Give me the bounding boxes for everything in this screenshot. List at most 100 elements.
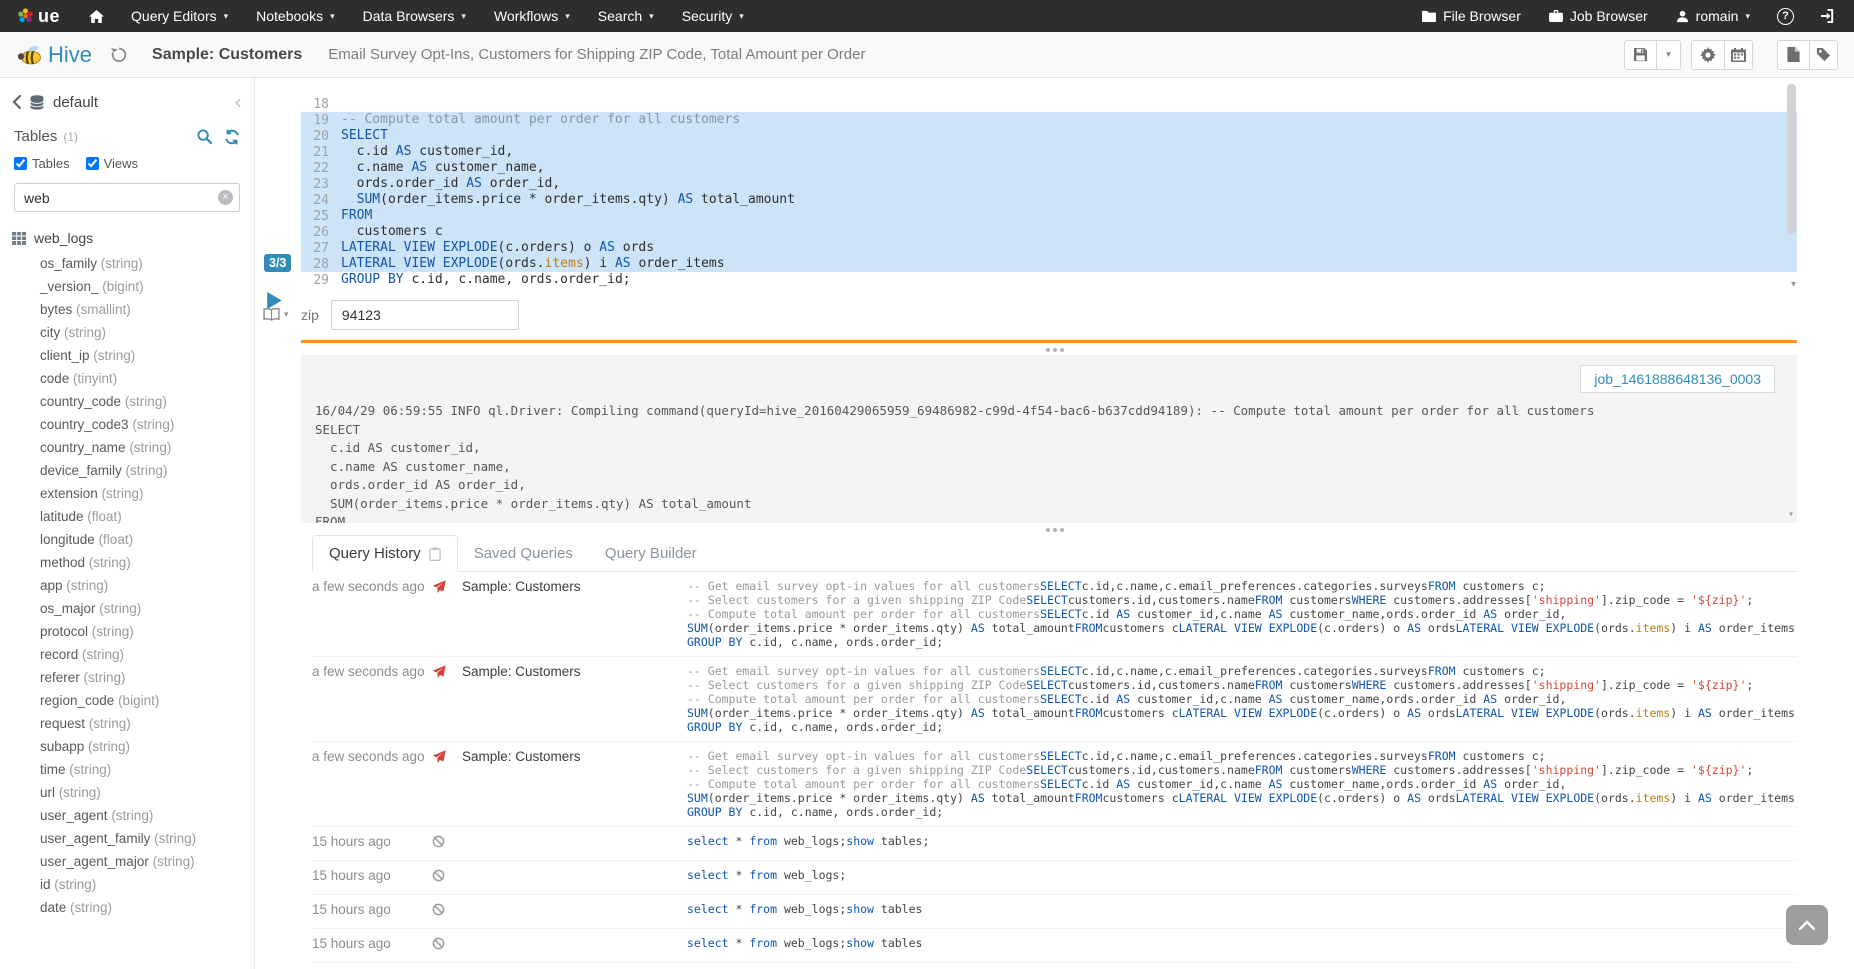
tab-saved-queries[interactable]: Saved Queries bbox=[458, 535, 589, 571]
history-row[interactable]: 15 hours agoselect * from web_logs;show … bbox=[312, 827, 1797, 861]
sql-token: items bbox=[1636, 706, 1671, 720]
hue-logo-text: ue bbox=[38, 6, 60, 27]
home-button[interactable] bbox=[76, 0, 117, 32]
collapse-assist-button[interactable]: ‹ bbox=[234, 92, 242, 112]
job-browser-button[interactable]: Job Browser bbox=[1535, 0, 1662, 32]
user-menu[interactable]: romain ▾ bbox=[1662, 0, 1764, 32]
table-filter-input[interactable] bbox=[14, 183, 240, 212]
nav-menu-security[interactable]: Security▾ bbox=[668, 0, 758, 32]
execute-button[interactable] bbox=[267, 292, 282, 309]
hive-app-button[interactable]: Hive bbox=[16, 42, 92, 68]
history-row[interactable]: 15 hours ago select * from web_logs;show … bbox=[312, 895, 1797, 929]
scroll-down-icon[interactable]: ▾ bbox=[1791, 280, 1796, 290]
column-item[interactable]: device_family (string) bbox=[0, 459, 254, 482]
column-item[interactable]: latitude (float) bbox=[0, 505, 254, 528]
tab-query-builder[interactable]: Query Builder bbox=[589, 535, 713, 571]
column-item[interactable]: country_name (string) bbox=[0, 436, 254, 459]
recent-queries-button[interactable] bbox=[110, 46, 128, 63]
scrollbar-thumb[interactable] bbox=[1787, 84, 1796, 234]
views-filter[interactable]: Views bbox=[86, 156, 138, 171]
column-item[interactable]: protocol (string) bbox=[0, 620, 254, 643]
column-item[interactable]: time (string) bbox=[0, 758, 254, 781]
column-item[interactable]: url (string) bbox=[0, 781, 254, 804]
variable-zip-input[interactable] bbox=[331, 300, 519, 330]
column-item[interactable]: date (string) bbox=[0, 896, 254, 919]
table-item-web-logs[interactable]: web_logs bbox=[0, 230, 254, 246]
documentation-button[interactable] bbox=[1777, 40, 1810, 70]
column-item[interactable]: subapp (string) bbox=[0, 735, 254, 758]
nav-menu-notebooks[interactable]: Notebooks▾ bbox=[242, 0, 348, 32]
views-checkbox[interactable] bbox=[86, 157, 99, 170]
column-item[interactable]: country_code (string) bbox=[0, 390, 254, 413]
sql-token: AS bbox=[1407, 706, 1421, 720]
calendar-icon bbox=[1731, 48, 1746, 62]
back-button[interactable] bbox=[12, 95, 21, 109]
history-row[interactable]: a few seconds agoSample: Customers-- Get… bbox=[312, 742, 1797, 827]
column-item[interactable]: app (string) bbox=[0, 574, 254, 597]
logout-button[interactable] bbox=[1807, 0, 1854, 32]
sql-token: c.id, c.name, ords.order_id; bbox=[742, 720, 943, 734]
column-item[interactable]: record (string) bbox=[0, 643, 254, 666]
nav-menu-query-editors[interactable]: Query Editors▾ bbox=[117, 0, 242, 32]
save-options-button[interactable]: ▾ bbox=[1657, 40, 1681, 70]
column-item[interactable]: os_family (string) bbox=[0, 252, 254, 275]
nav-menu-workflows[interactable]: Workflows▾ bbox=[480, 0, 584, 32]
tags-button[interactable] bbox=[1810, 40, 1838, 70]
history-query-sql: select * from web_logs;show tables bbox=[687, 902, 1797, 921]
log-lines: 16/04/29 06:59:55 INFO ql.Driver: Compil… bbox=[315, 402, 1783, 523]
editor-scrollbar[interactable]: ▾ bbox=[1785, 84, 1797, 286]
column-type: (bigint) bbox=[99, 279, 144, 294]
history-row[interactable]: 15 hours agoselect * from web_logs;show … bbox=[312, 929, 1797, 963]
column-item[interactable]: request (string) bbox=[0, 712, 254, 735]
scroll-to-top-button[interactable] bbox=[1786, 905, 1828, 945]
column-item[interactable]: region_code (bigint) bbox=[0, 689, 254, 712]
search-tables-button[interactable] bbox=[197, 129, 212, 144]
tables-checkbox[interactable] bbox=[14, 157, 27, 170]
column-item[interactable]: user_agent_major (string) bbox=[0, 850, 254, 873]
column-item[interactable]: extension (string) bbox=[0, 482, 254, 505]
history-timestamp: 15 hours ago bbox=[312, 902, 432, 921]
save-button[interactable] bbox=[1624, 40, 1657, 70]
clear-filter-icon[interactable]: × bbox=[218, 190, 233, 205]
resize-handle-top[interactable] bbox=[255, 343, 1854, 355]
tables-filter[interactable]: Tables bbox=[14, 156, 70, 171]
column-type: (bigint) bbox=[114, 693, 159, 708]
resize-handle-bottom[interactable] bbox=[255, 523, 1854, 535]
hue-logo[interactable]: ue bbox=[0, 0, 76, 32]
refresh-tables-button[interactable] bbox=[224, 129, 240, 145]
editor-line: 28LATERAL VIEW EXPLODE(ords.items) i AS … bbox=[301, 256, 1797, 272]
tab-query-history[interactable]: Query History bbox=[312, 535, 458, 572]
scroll-down-icon[interactable]: ▾ bbox=[1788, 510, 1794, 520]
column-item[interactable]: user_agent (string) bbox=[0, 804, 254, 827]
column-item[interactable]: user_agent_family (string) bbox=[0, 827, 254, 850]
column-item[interactable]: id (string) bbox=[0, 873, 254, 896]
file-browser-button[interactable]: File Browser bbox=[1408, 0, 1535, 32]
history-row[interactable]: a few seconds agoSample: Customers-- Get… bbox=[312, 572, 1797, 657]
column-item[interactable]: code (tinyint) bbox=[0, 367, 254, 390]
schedule-button[interactable] bbox=[1725, 40, 1753, 70]
job-link[interactable]: job_1461888648136_0003 bbox=[1580, 365, 1775, 393]
sql-token: WHERE bbox=[1352, 678, 1387, 692]
history-row[interactable]: 15 hours agoselect * from web_logs; bbox=[312, 861, 1797, 895]
column-item[interactable]: bytes (smallint) bbox=[0, 298, 254, 321]
query-title[interactable]: Sample: Customers bbox=[152, 46, 302, 64]
snippet-type-button[interactable]: ▾ bbox=[263, 308, 289, 321]
column-item[interactable]: country_code3 (string) bbox=[0, 413, 254, 436]
code-editor[interactable]: 1819-- Compute total amount per order fo… bbox=[301, 78, 1797, 288]
sql-token: AS bbox=[1116, 777, 1130, 791]
history-row[interactable]: 15 hours agoselect * from web_logs;show … bbox=[312, 963, 1797, 969]
editor-line: 26 customers c bbox=[301, 224, 1797, 240]
column-item[interactable]: referer (string) bbox=[0, 666, 254, 689]
database-name[interactable]: default bbox=[53, 94, 98, 111]
column-item[interactable]: client_ip (string) bbox=[0, 344, 254, 367]
nav-menu-search[interactable]: Search▾ bbox=[584, 0, 668, 32]
history-row[interactable]: a few seconds agoSample: Customers-- Get… bbox=[312, 657, 1797, 742]
help-button[interactable]: ? bbox=[1764, 0, 1807, 32]
query-settings-button[interactable] bbox=[1691, 40, 1725, 70]
column-item[interactable]: city (string) bbox=[0, 321, 254, 344]
column-item[interactable]: _version_ (bigint) bbox=[0, 275, 254, 298]
column-item[interactable]: os_major (string) bbox=[0, 597, 254, 620]
column-item[interactable]: longitude (float) bbox=[0, 528, 254, 551]
nav-menu-data-browsers[interactable]: Data Browsers▾ bbox=[349, 0, 480, 32]
column-item[interactable]: method (string) bbox=[0, 551, 254, 574]
